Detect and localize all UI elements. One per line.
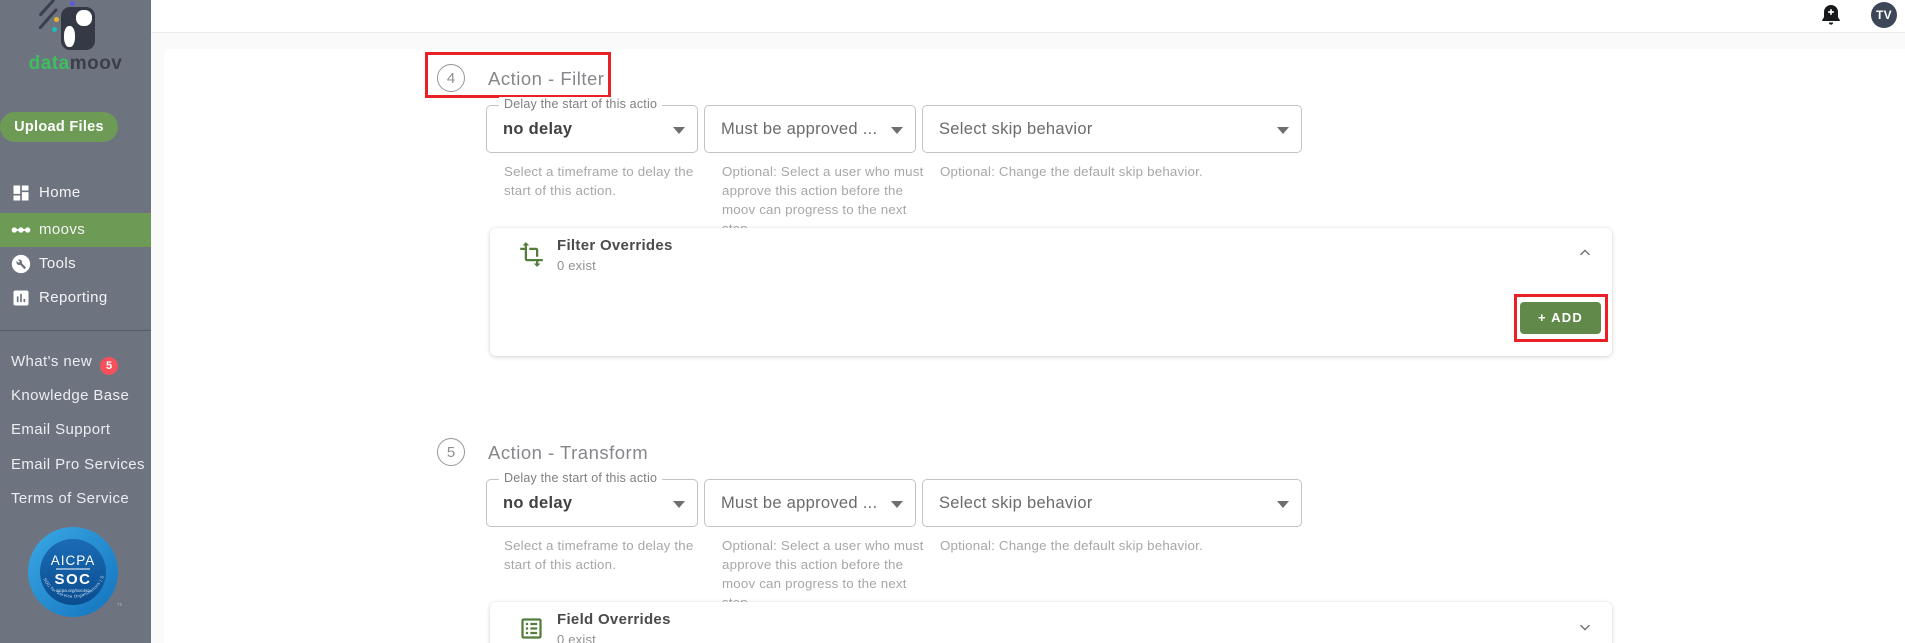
- topbar: TV: [151, 0, 1905, 33]
- soc-tm-text: TM: [117, 602, 122, 607]
- sidebar-item-label: Reporting: [39, 289, 108, 306]
- card-title: Field Overrides: [557, 611, 671, 628]
- main-area: TV 4 Action - Filter Delay the start of …: [151, 0, 1905, 643]
- dashboard-icon: [13, 185, 29, 201]
- helper-text: Select a timeframe to delay the start of…: [504, 164, 694, 198]
- logo-wordmark: datamoov: [0, 53, 151, 75]
- app-root: datamoov Upload Files Home moovs Tools R…: [0, 0, 1905, 643]
- helper-text: Optional: Select a user who must approve…: [722, 538, 924, 610]
- dropdown-arrow-icon: [673, 501, 685, 508]
- step-fields-row: Delay the start of this actio no delay M…: [486, 471, 1302, 527]
- sidebar-item-reporting[interactable]: Reporting: [0, 281, 151, 315]
- bar-chart-icon: [13, 290, 29, 306]
- sidebar: datamoov Upload Files Home moovs Tools R…: [0, 0, 151, 643]
- list-icon: [521, 618, 542, 639]
- dropdown-arrow-icon: [1277, 501, 1289, 508]
- card-count: 0 exist: [557, 632, 596, 643]
- email-pro-services-link[interactable]: Email Pro Services: [11, 456, 145, 473]
- step-number-badge: 5: [437, 438, 465, 466]
- terms-of-service-link[interactable]: Terms of Service: [11, 490, 129, 507]
- helper-text: Optional: Select a user who must approve…: [722, 164, 924, 236]
- sidebar-item-label: Home: [39, 184, 81, 201]
- step-title: Action - Filter: [488, 68, 605, 89]
- card-count: 0 exist: [557, 258, 596, 273]
- sidebar-item-label: Tools: [39, 255, 77, 272]
- soc-aicpa-text: AICPA: [51, 553, 96, 568]
- step-number-badge: 4: [437, 64, 465, 92]
- step-title: Action - Transform: [488, 442, 649, 463]
- skip-behavior-select[interactable]: Select skip behavior: [922, 105, 1302, 153]
- dropdown-arrow-icon: [1277, 127, 1289, 134]
- select-value: no delay: [503, 494, 573, 512]
- dropdown-arrow-icon: [891, 501, 903, 508]
- select-value: no delay: [503, 120, 573, 138]
- knowledge-base-link[interactable]: Knowledge Base: [11, 387, 129, 404]
- logo[interactable]: datamoov: [0, 0, 151, 80]
- user-avatar[interactable]: TV: [1871, 2, 1897, 28]
- sidebar-item-label: moovs: [39, 221, 86, 238]
- aicpa-soc-badge: SOC for Service Organizations | Service …: [24, 520, 124, 620]
- helper-text: Optional: Change the default skip behavi…: [940, 164, 1203, 179]
- delay-select[interactable]: Delay the start of this actio no delay: [486, 471, 698, 527]
- logo-text-green: data: [28, 53, 70, 74]
- helper-text: Optional: Change the default skip behavi…: [940, 538, 1203, 553]
- dropdown-arrow-icon: [891, 127, 903, 134]
- whats-new-badge: 5: [100, 357, 119, 375]
- whats-new-link[interactable]: What's new 5: [11, 353, 119, 375]
- approver-select[interactable]: Must be approved ...: [704, 479, 916, 527]
- select-value: Must be approved ...: [721, 494, 878, 512]
- sidebar-divider: [0, 330, 151, 331]
- sidebar-item-moovs[interactable]: moovs: [0, 213, 151, 247]
- sidebar-item-home[interactable]: Home: [0, 176, 151, 210]
- delay-select[interactable]: Delay the start of this actio no delay: [486, 97, 698, 153]
- step-fields-row: Delay the start of this actio no delay M…: [486, 97, 1302, 153]
- skip-behavior-select[interactable]: Select skip behavior: [922, 479, 1302, 527]
- soc-url-text: aicpa.org/soc4so: [56, 588, 91, 593]
- field-overrides-card: Field Overrides 0 exist: [490, 602, 1612, 643]
- soc-soc-text: SOC: [54, 571, 91, 588]
- helper-text: Select a timeframe to delay the start of…: [504, 538, 694, 572]
- approver-select[interactable]: Must be approved ...: [704, 105, 916, 153]
- dropdown-arrow-icon: [673, 127, 685, 134]
- filter-overrides-card: Filter Overrides 0 exist + ADD: [490, 228, 1612, 356]
- moovs-dots-icon: [11, 227, 31, 233]
- select-value: Select skip behavior: [939, 494, 1093, 512]
- email-support-link[interactable]: Email Support: [11, 421, 110, 438]
- logo-text-dark: moov: [69, 53, 123, 74]
- card-title: Filter Overrides: [557, 237, 673, 254]
- transform-icon: [520, 242, 543, 267]
- select-value: Must be approved ...: [721, 120, 878, 138]
- notification-bell-icon[interactable]: [1819, 3, 1843, 27]
- wrench-icon: [11, 254, 31, 274]
- sidebar-item-tools[interactable]: Tools: [0, 247, 151, 281]
- add-filter-override-button[interactable]: + ADD: [1520, 302, 1601, 334]
- select-value: Select skip behavior: [939, 120, 1093, 138]
- chevron-up-icon[interactable]: [1576, 244, 1594, 262]
- chevron-down-icon[interactable]: [1576, 618, 1594, 636]
- upload-files-button[interactable]: Upload Files: [0, 112, 118, 142]
